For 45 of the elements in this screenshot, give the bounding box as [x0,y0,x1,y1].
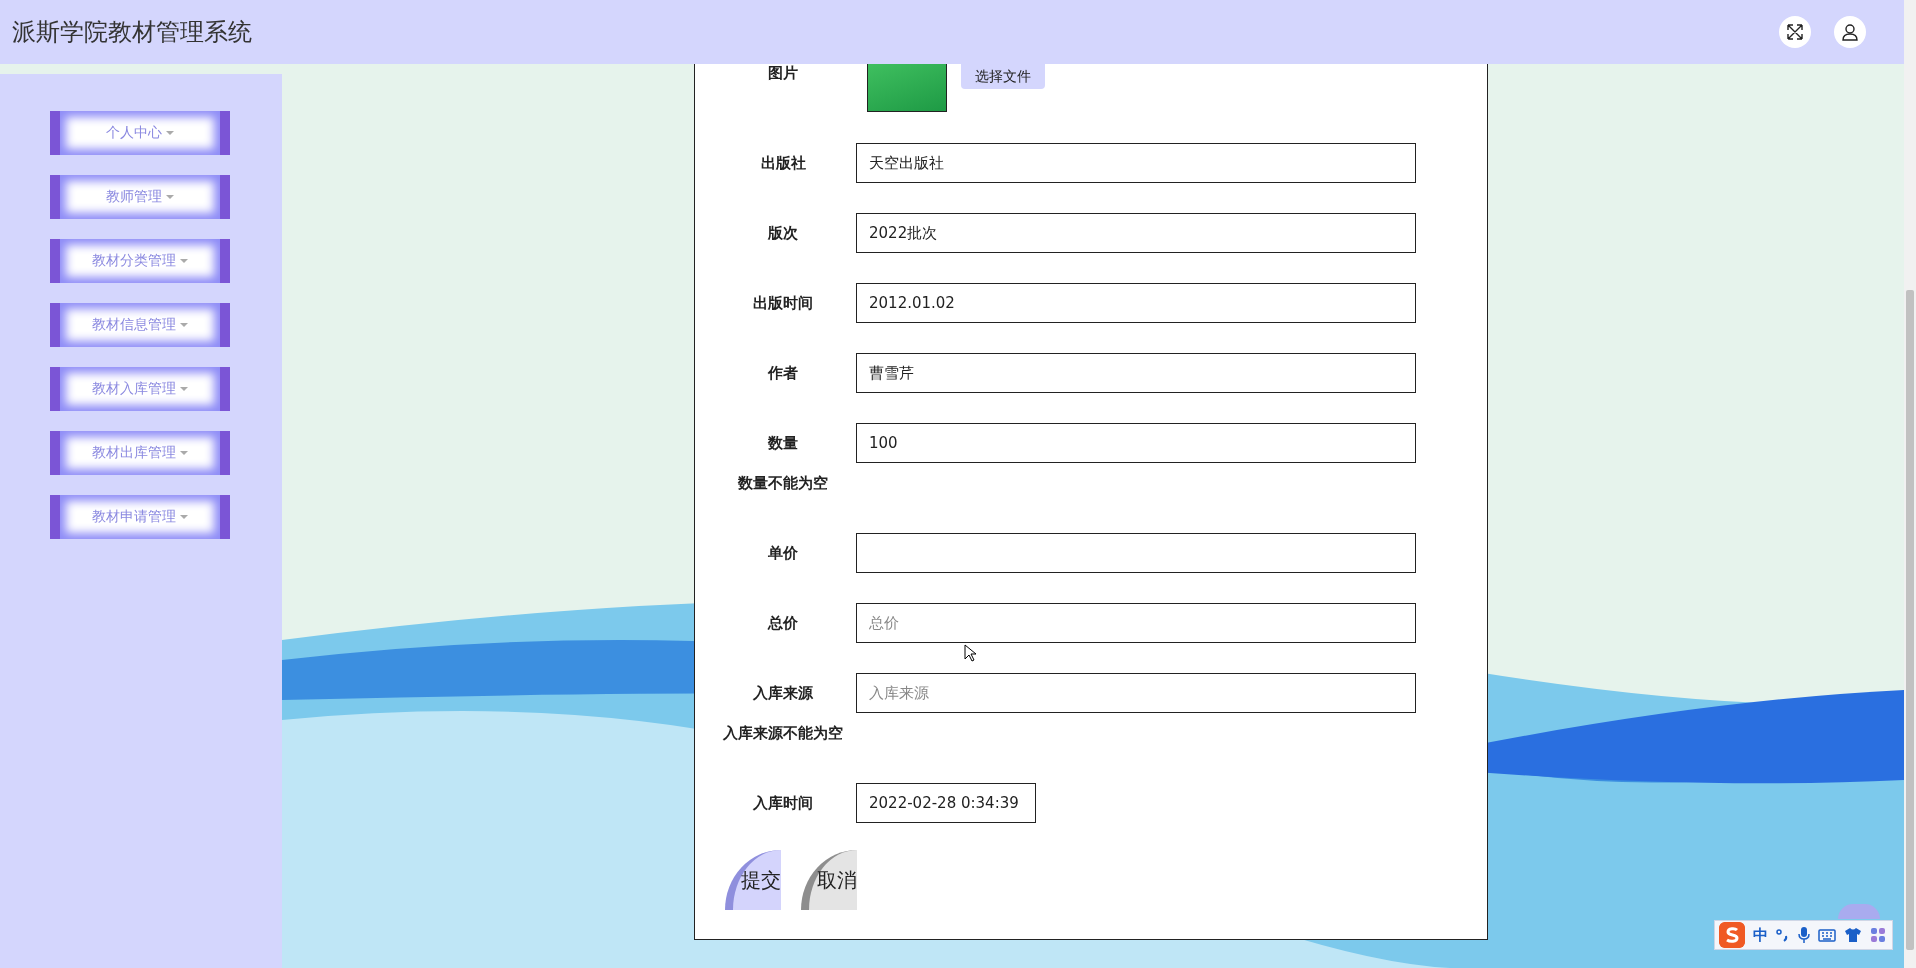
text-field[interactable]: 2012.01.02 [856,283,1416,323]
text-field[interactable] [856,533,1416,573]
text-field[interactable]: 100 [856,423,1416,463]
field-label: 图片 [767,64,799,83]
choose-file-button[interactable]: 选择文件 [961,64,1045,89]
shirt-icon[interactable] [1844,927,1862,943]
caret-icon [180,387,188,391]
keyboard-icon[interactable] [1818,928,1836,942]
submit-button[interactable]: 提交 [725,850,781,910]
ime-logo-icon[interactable] [1719,922,1745,948]
field-label: 数量 [767,433,799,453]
validation-message: 入库来源不能为空 [722,723,844,743]
mouse-pointer-icon [964,644,976,662]
caret-icon [166,131,174,135]
caret-icon [180,451,188,455]
microphone-icon[interactable] [1798,926,1810,944]
caret-icon [180,259,188,263]
fullscreen-button[interactable] [1779,16,1811,48]
caret-icon [166,195,174,199]
field-label: 版次 [767,223,799,243]
text-field[interactable]: 2022-02-28 0:34:39 [856,783,1036,823]
text-field[interactable]: 入库来源 [856,673,1416,713]
app-title: 派斯学院教材管理系统 [12,17,253,48]
user-button[interactable] [1834,16,1866,48]
apps-grid-icon[interactable] [1870,927,1886,943]
validation-message: 数量不能为空 [737,473,829,493]
text-field[interactable]: 2022批次 [856,213,1416,253]
field-label: 单价 [767,543,799,563]
text-field[interactable]: 天空出版社 [856,143,1416,183]
user-icon [1841,23,1859,41]
field-label: 入库来源 [752,683,814,703]
cancel-button[interactable]: 取消 [801,850,857,910]
text-field[interactable]: 总价 [856,603,1416,643]
input-mode-toggle[interactable]: 中 [1753,925,1768,945]
field-label: 总价 [766,613,799,633]
field-label: 出版社 [759,153,807,173]
caret-icon [180,515,188,519]
expand-arrows-icon [1786,23,1804,41]
field-label: 作者 [767,363,799,383]
punctuation-icon[interactable] [1776,928,1790,942]
caret-icon [180,323,188,327]
scrollbar[interactable] [1904,0,1916,968]
field-label: 入库时间 [752,793,814,813]
text-field[interactable]: 曹雪芹 [856,353,1416,393]
field-label: 出版时间 [752,293,814,313]
